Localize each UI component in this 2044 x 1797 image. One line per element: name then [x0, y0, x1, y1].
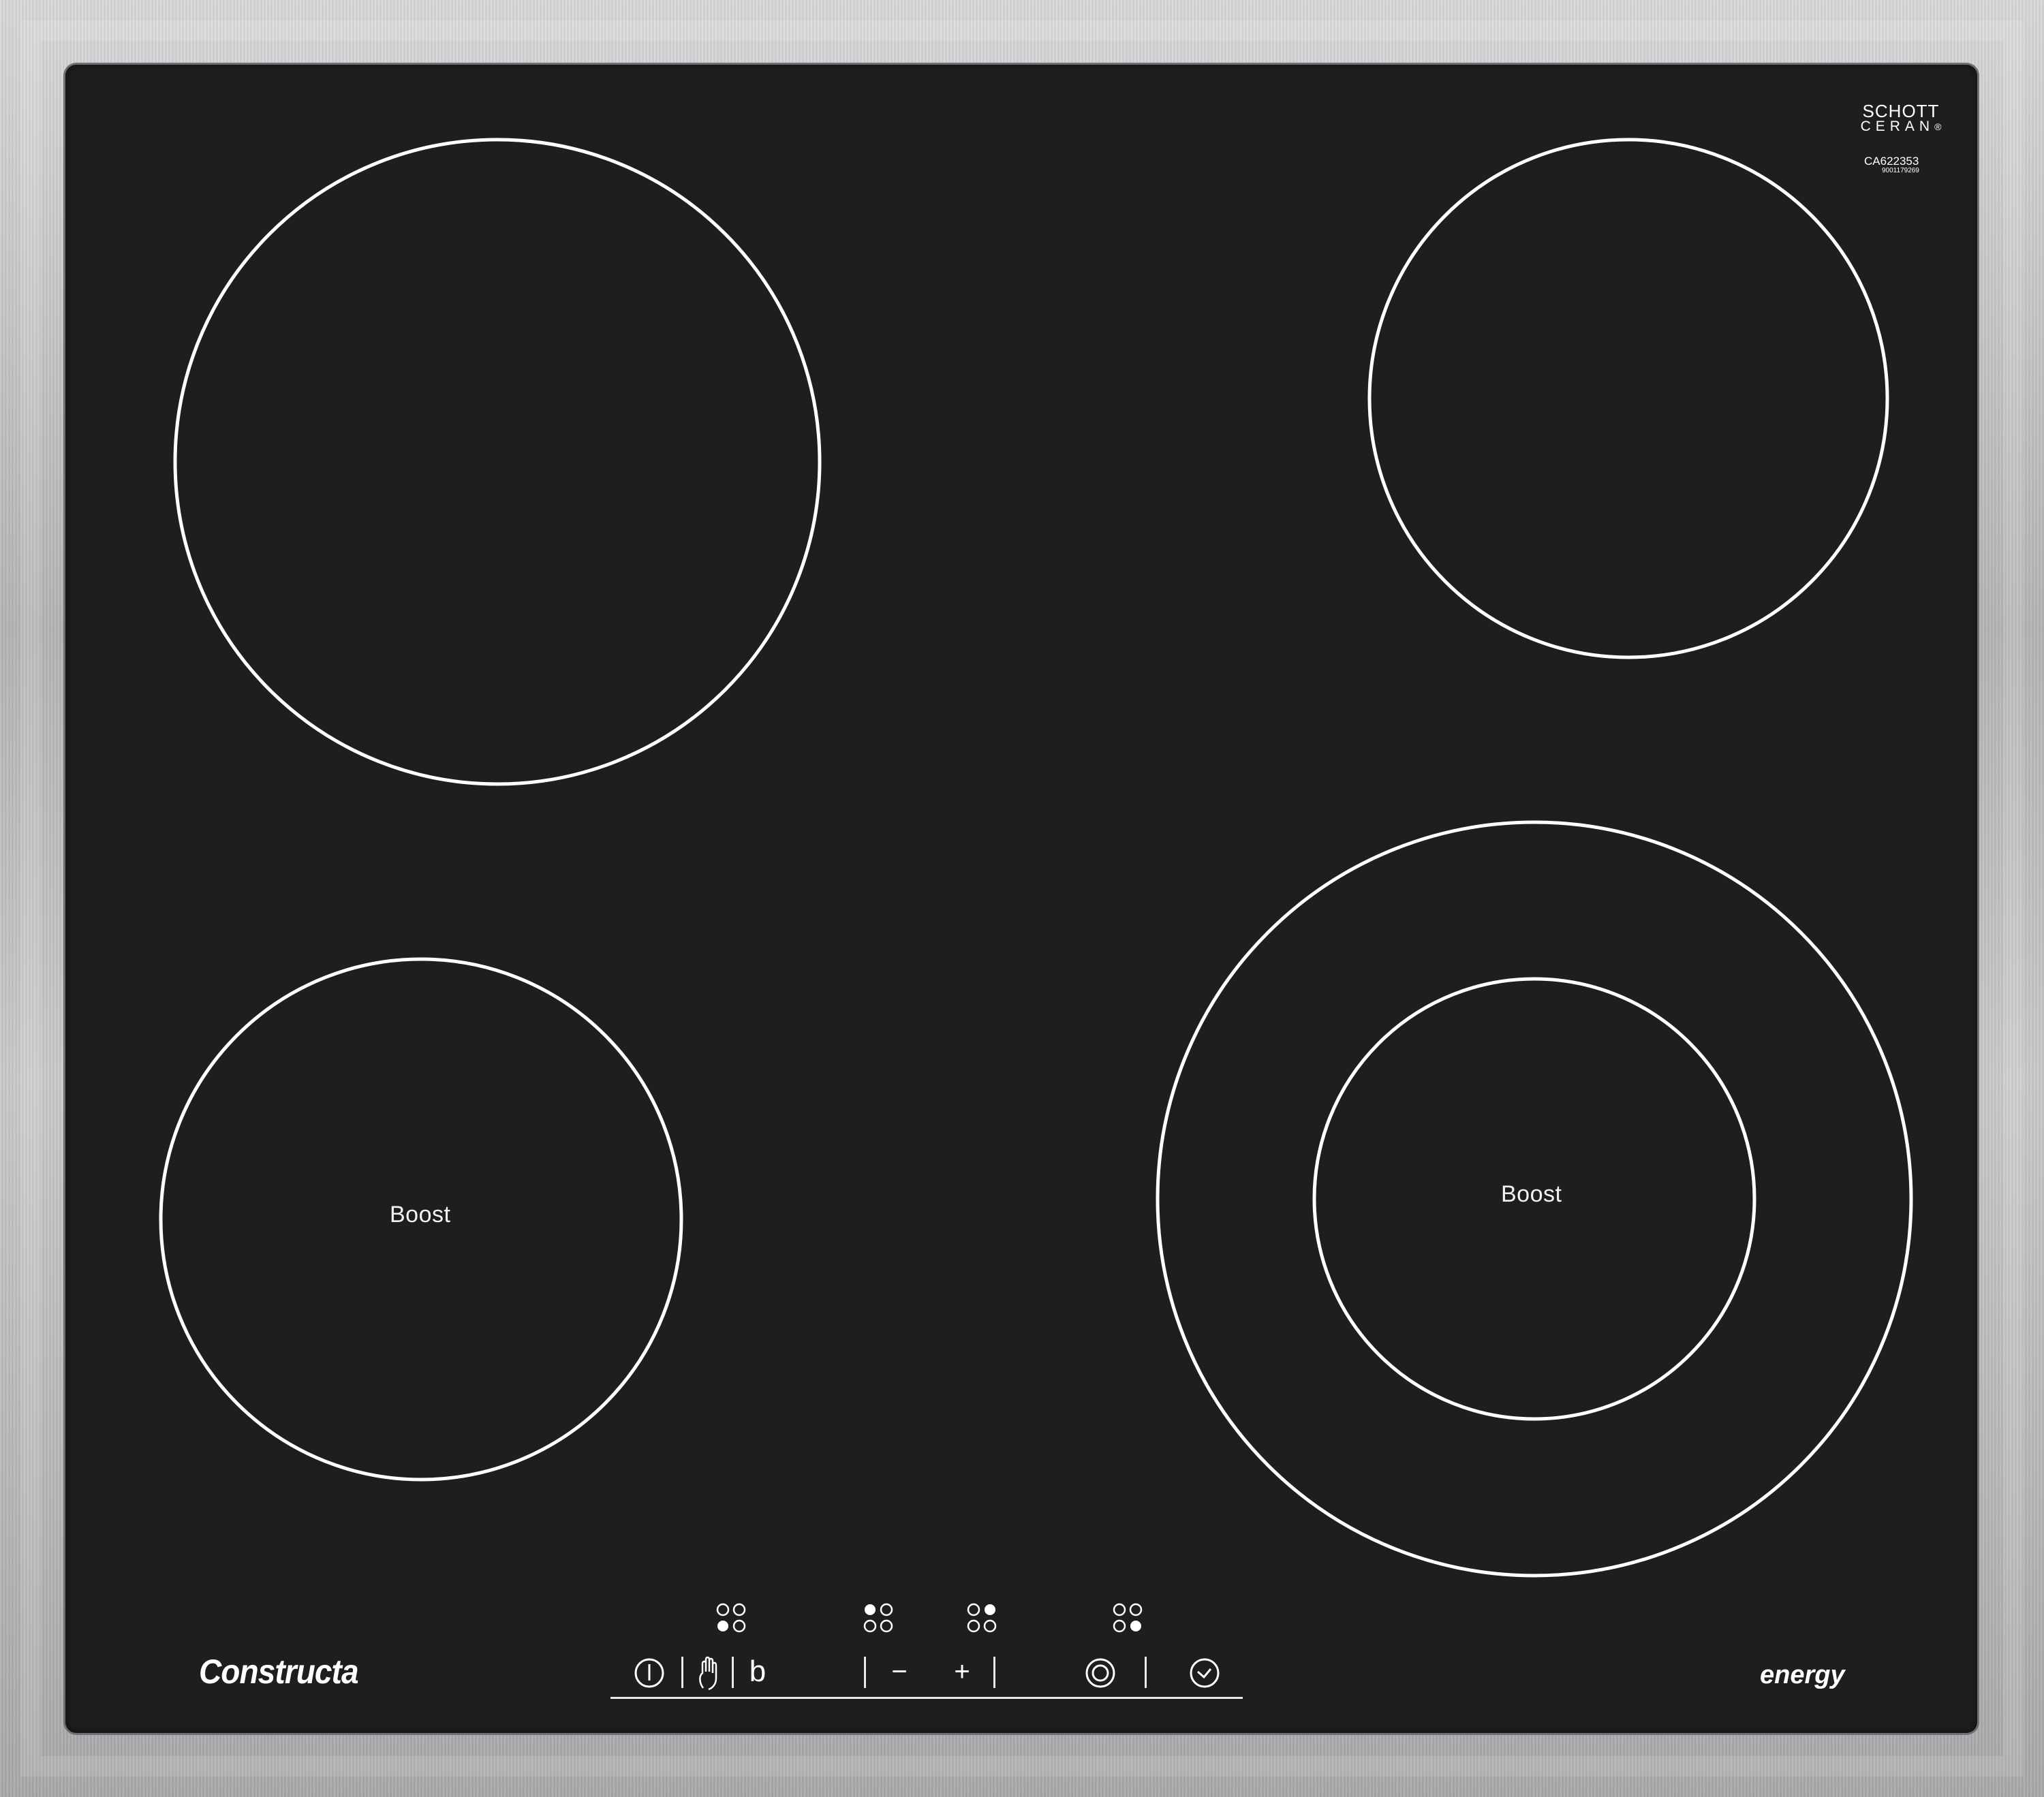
zone-indicator-front-right-icon — [1113, 1603, 1143, 1633]
zone-indicator-rear-right-icon — [967, 1603, 997, 1633]
control-separator — [681, 1657, 683, 1688]
power-level-display: b — [749, 1655, 766, 1688]
control-separator — [732, 1657, 734, 1688]
zone-indicator-rear-left-icon — [716, 1603, 746, 1633]
dual-ring-icon[interactable] — [1085, 1657, 1116, 1689]
power-icon[interactable] — [634, 1657, 665, 1689]
hand-lock-icon[interactable] — [696, 1655, 722, 1691]
cooking-zones — [159, 138, 1913, 1578]
control-separator — [1145, 1657, 1147, 1688]
control-separator — [864, 1657, 866, 1688]
logo-line1: SCHOTT — [1862, 101, 1940, 121]
zone-indicator-front-left-icon — [863, 1603, 893, 1633]
schott-ceran-logo: SCHOTT CERAN® — [1857, 102, 1945, 134]
logo-line2: CERAN® — [1860, 119, 1942, 134]
clock-icon[interactable] — [1189, 1657, 1220, 1689]
zone-front-right-boost-label: Boost — [1501, 1181, 1562, 1207]
control-strip-underline — [610, 1697, 1243, 1699]
model-code: CA622353 — [1864, 155, 1919, 168]
brand-logo: Constructa — [199, 1653, 359, 1691]
energy-label: energy — [1760, 1661, 1845, 1689]
minus-button[interactable]: − — [886, 1658, 913, 1685]
plus-button[interactable]: + — [948, 1658, 976, 1685]
zone-front-left-boost-label: Boost — [390, 1202, 451, 1228]
control-separator — [993, 1657, 995, 1688]
serial-number: 9001179269 — [1882, 167, 1919, 174]
zone-rear-right-ring[interactable] — [1367, 138, 1889, 659]
zone-rear-left-ring[interactable] — [173, 138, 822, 786]
